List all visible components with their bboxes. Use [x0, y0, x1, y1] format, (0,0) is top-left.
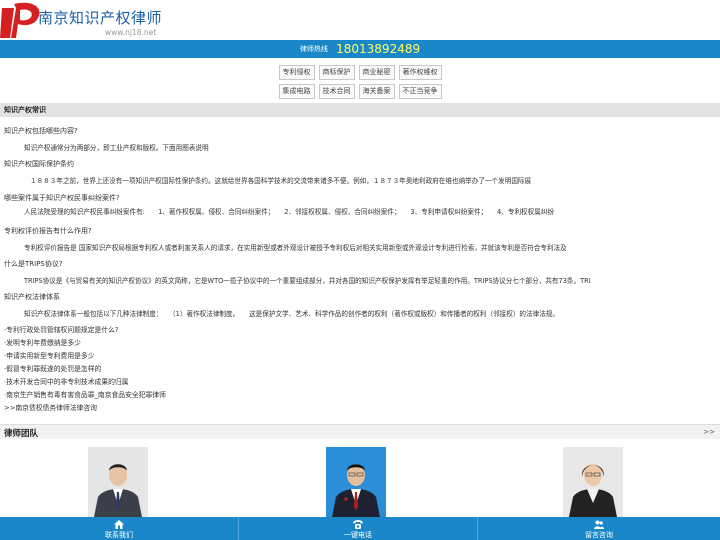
site-url: www.nj18.net: [105, 28, 157, 37]
lawyer-avatar-icon: [88, 447, 148, 517]
lawyer-team-header: 律师团队 >>: [0, 424, 720, 439]
faq-item: 什么是TRIPS协议? TRIPS协议是《与贸易有关的知识产权协议》的英文简称，…: [4, 259, 716, 285]
faq-item: 哪些案件属于知识产权民事纠纷案件? 人民法院受理的知识产权民事纠纷案件有: 1、…: [4, 193, 716, 216]
site-title[interactable]: 南京知识产权律师: [38, 7, 162, 28]
bottom-nav: 联系我们 一键电话 留言咨询: [0, 517, 720, 540]
nav-label: 一键电话: [344, 531, 372, 539]
tag-copyright[interactable]: 著作权维权: [398, 65, 442, 80]
article-link[interactable]: ·发明专利年费缴纳是多少: [4, 339, 81, 347]
faq-answer: 人民法院受理的知识产权民事纠纷案件有: 1、著作权权属、侵权、合同纠纷案件； 2…: [24, 208, 555, 216]
tag-trademark-protection[interactable]: 商标保护: [318, 65, 355, 80]
lawyer-avatar-icon: [326, 447, 386, 517]
list-item[interactable]: ·专利行政处罚管辖权问题规定是什么?: [4, 324, 166, 337]
nav-label: 联系我们: [105, 531, 133, 539]
nav-message-consult[interactable]: 留言咨询: [478, 517, 720, 540]
home-icon: [114, 520, 124, 529]
list-item[interactable]: ·发明专利年费缴纳是多少: [4, 337, 166, 350]
team-title: 律师团队: [4, 429, 39, 439]
faq-answer: TRIPS协议是《与贸易有关的知识产权协议》的英文简称，它是WTO一揽子协议中的…: [24, 277, 591, 285]
hotline-bar: 律师热线 18013892489: [0, 40, 720, 58]
ip-logo-icon[interactable]: [0, 0, 40, 40]
users-icon: [594, 520, 604, 529]
tag-customs-filing[interactable]: 海关备案: [358, 84, 395, 99]
faq-item: 专利权评价报告有什么作用? 专利权评价报告是 国家知识产权局根据专利权人或者利害…: [4, 226, 716, 252]
section-title: 知识产权常识: [0, 103, 720, 117]
faq-item: 知识产权国际保护条约 １８８３年之前，世界上还没有一项知识产权国际性保护条约。这…: [4, 159, 716, 185]
article-link[interactable]: ·南京生产销售有毒有害食品罪_南京食品安全犯罪律师: [4, 391, 166, 399]
lawyer-photo-1[interactable]: [88, 447, 148, 517]
nav-contact-us[interactable]: 联系我们: [0, 517, 238, 540]
phone-icon: [353, 520, 363, 529]
tag-unfair-competition[interactable]: 不正当竞争: [398, 84, 442, 99]
faq-answer: 知识产权通常分为两部分，即工业产权和版权。下面用图表说明: [24, 144, 209, 152]
list-item[interactable]: ·申请实用新型专利费用是多少: [4, 350, 166, 363]
faq-question[interactable]: 知识产权包括哪些内容?: [4, 126, 716, 136]
faq-question[interactable]: 知识产权国际保护条约: [4, 159, 716, 169]
nav-label: 留言咨询: [585, 531, 613, 539]
nav-one-click-call[interactable]: 一键电话: [239, 517, 477, 540]
lawyer-photo-3[interactable]: [563, 447, 623, 517]
team-more-link[interactable]: >>: [703, 428, 715, 436]
faq-question[interactable]: 知识产权法律体系: [4, 292, 716, 302]
lawyer-avatar-icon: [563, 447, 623, 517]
tag-trade-secrets[interactable]: 商业秘密: [358, 65, 395, 80]
article-link[interactable]: ·申请实用新型专利费用是多少: [4, 352, 95, 360]
article-link[interactable]: ·专利行政处罚管辖权问题规定是什么?: [4, 326, 119, 334]
faq-question[interactable]: 专利权评价报告有什么作用?: [4, 226, 716, 236]
faq-answer: １８８３年之前，世界上还没有一项知识产权国际性保护条约。这就给世界各国科学技术的…: [30, 177, 532, 185]
faq-answer: 专利权评价报告是 国家知识产权局根据专利权人或者利害关系人的请求，在实用新型或者…: [24, 244, 567, 252]
tag-integrated-circuit[interactable]: 集成电路: [278, 84, 315, 99]
site-header: 南京知识产权律师 www.nj18.net: [0, 0, 720, 40]
service-tags-row-2: 集成电路 技术合同 海关备案 不正当竞争: [0, 84, 720, 99]
faq-item: 知识产权法律体系 知识产权法律体系一般包括以下几种法律制度： （1）著作权法律制…: [4, 292, 716, 318]
list-item[interactable]: ·技术开发合同中的非专利技术成果的归属: [4, 376, 166, 389]
list-item[interactable]: >>南京债权债务律师法律咨询: [4, 402, 166, 415]
article-link[interactable]: ·技术开发合同中的非专利技术成果的归属: [4, 378, 129, 386]
article-link-list: ·专利行政处罚管辖权问题规定是什么? ·发明专利年费缴纳是多少 ·申请实用新型专…: [4, 324, 166, 415]
tag-patent-infringement[interactable]: 专利侵权: [278, 65, 315, 80]
lawyer-photo-2[interactable]: [326, 447, 386, 517]
list-item[interactable]: ·南京生产销售有毒有害食品罪_南京食品安全犯罪律师: [4, 389, 166, 402]
faq-question[interactable]: 哪些案件属于知识产权民事纠纷案件?: [4, 193, 716, 203]
service-tags-row-1: 专利侵权 商标保护 商业秘密 著作权维权: [0, 65, 720, 80]
tag-tech-contract[interactable]: 技术合同: [318, 84, 355, 99]
hotline-label: 律师热线: [299, 45, 328, 53]
article-link[interactable]: >>南京债权债务律师法律咨询: [4, 404, 97, 412]
faq-answer: 知识产权法律体系一般包括以下几种法律制度： （1）著作权法律制度。 这是保护文学…: [24, 310, 559, 318]
hotline-number[interactable]: 18013892489: [336, 42, 420, 56]
article-link[interactable]: ·假冒专利罪既遂的处罚是怎样的: [4, 365, 101, 373]
faq-item: 知识产权包括哪些内容? 知识产权通常分为两部分，即工业产权和版权。下面用图表说明: [4, 126, 716, 152]
list-item[interactable]: ·假冒专利罪既遂的处罚是怎样的: [4, 363, 166, 376]
faq-question[interactable]: 什么是TRIPS协议?: [4, 259, 716, 269]
